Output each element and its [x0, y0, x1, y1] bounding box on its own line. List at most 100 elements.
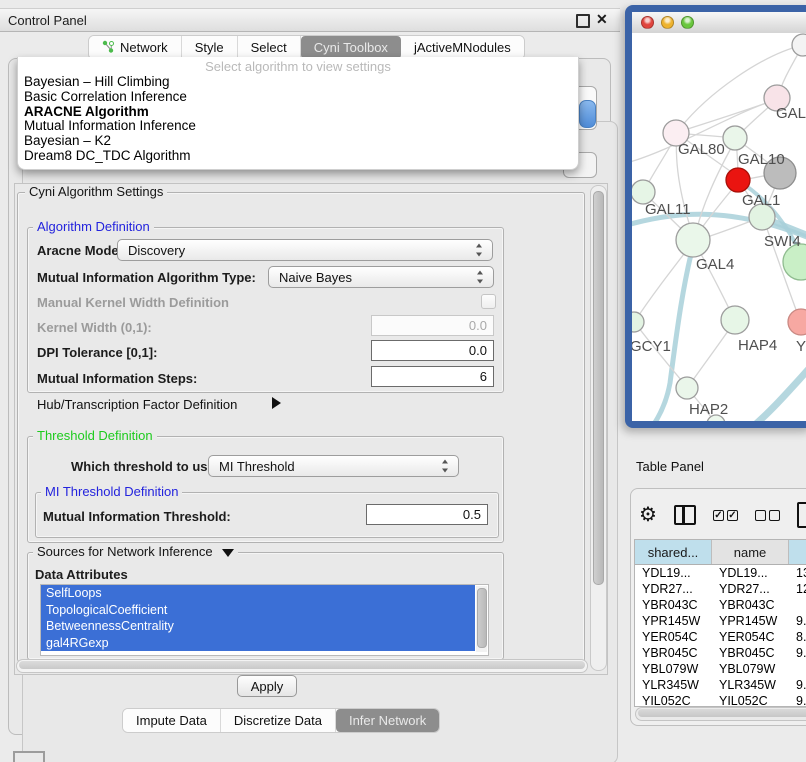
tab-cyni-toolbox[interactable]: Cyni Toolbox	[301, 36, 401, 59]
list-scrollbar-thumb[interactable]	[477, 588, 487, 648]
algorithm-dropdown[interactable]: Select algorithm to view settings Bayesi…	[17, 57, 579, 170]
data-attributes-label: Data Attributes	[35, 567, 128, 582]
table-cell: YBR043C	[712, 597, 789, 613]
network-node[interactable]	[676, 223, 710, 257]
apply-button[interactable]: Apply	[237, 675, 297, 697]
table-cell: YBL079W	[635, 661, 712, 677]
table-row[interactable]: YDL19...YDL19...13	[635, 565, 806, 581]
data-attributes-list[interactable]: SelfLoopsTopologicalCoefficientBetweenne…	[40, 584, 489, 656]
dropdown-prompt: Select algorithm to view settings	[18, 57, 578, 75]
algorithm-definition-title: Algorithm Definition	[33, 220, 154, 234]
tab-style[interactable]: Style	[182, 36, 238, 59]
table-cell: YER054C	[712, 629, 789, 645]
table-row[interactable]: YLR345WYLR345W9.	[635, 677, 806, 693]
mi-algorithm-type-select[interactable]: Naive Bayes	[268, 266, 494, 288]
tab-infer-network[interactable]: Infer Network	[336, 709, 439, 732]
column-header-a[interactable]: A	[789, 540, 806, 564]
mi-steps-field[interactable]: 6	[371, 366, 494, 387]
algorithm-option-basic-correlation-inference[interactable]: Basic Correlation Inference	[18, 90, 578, 105]
which-threshold-label: Which threshold to use:	[71, 459, 219, 474]
algorithm-option-mutual-information-inference[interactable]: Mutual Information Inference	[18, 119, 578, 134]
table-row[interactable]: YER054CYER054C8.	[635, 629, 806, 645]
network-node[interactable]	[792, 34, 806, 56]
table-hscroll-thumb[interactable]	[638, 709, 806, 717]
table-toolbar: ⚙ ✓ ✓	[639, 497, 806, 533]
node-table[interactable]: shared...nameA YDL19...YDL19...13YDR27..…	[634, 539, 806, 707]
focused-spinner-icon[interactable]	[579, 100, 596, 128]
table-row[interactable]: YDR27...YDR27...12	[635, 581, 806, 597]
network-node[interactable]	[723, 126, 747, 150]
expand-arrow-icon[interactable]	[272, 397, 281, 409]
aracne-mode-select[interactable]: Discovery	[117, 239, 493, 261]
tab-impute-data[interactable]: Impute Data	[123, 709, 221, 732]
float-window-icon[interactable]	[576, 14, 590, 28]
mi-threshold-field[interactable]: 0.5	[366, 504, 488, 525]
table-cell: YIL052C	[712, 693, 789, 707]
column-header-shared[interactable]: shared...	[635, 540, 712, 564]
network-node[interactable]	[788, 309, 806, 335]
table-cell: 9.	[789, 693, 806, 707]
tab-network[interactable]: Network	[89, 36, 182, 59]
algorithm-option-bayesian-k2[interactable]: Bayesian – K2	[18, 134, 578, 149]
algorithm-option-aracne-algorithm[interactable]: ARACNE Algorithm	[18, 105, 578, 120]
network-node[interactable]	[721, 306, 749, 334]
mi-steps-label: Mutual Information Steps:	[37, 371, 197, 386]
attribute-item-selfloops[interactable]: SelfLoops	[41, 585, 475, 602]
settings-hscroll-thumb[interactable]	[19, 661, 585, 669]
network-node[interactable]	[726, 168, 750, 192]
settings-vertical-scrollbar[interactable]	[590, 185, 607, 671]
mi-steps-value: 6	[480, 369, 487, 384]
split-column-icon[interactable]	[674, 505, 696, 525]
minimized-panel-icon[interactable]	[13, 751, 45, 762]
table-row[interactable]: YIL052CYIL052C9.	[635, 693, 806, 707]
algorithm-option-dream8-dc-tdc-algorithm[interactable]: Dream8 DC_TDC Algorithm	[18, 149, 578, 164]
checked-pair-icon[interactable]: ✓ ✓	[713, 510, 738, 521]
network-node[interactable]	[632, 312, 644, 332]
tab-discretize-data[interactable]: Discretize Data	[221, 709, 336, 732]
tab-label: Infer Network	[349, 713, 426, 728]
table-row[interactable]: YBR045CYBR045C9.	[635, 645, 806, 661]
gear-icon[interactable]: ⚙	[639, 505, 657, 525]
dpi-tolerance-field[interactable]: 0.0	[371, 340, 494, 361]
network-window-titlebar[interactable]	[632, 12, 806, 34]
network-edge[interactable]	[750, 361, 806, 421]
which-threshold-value: MI Threshold	[219, 459, 295, 474]
tab-select[interactable]: Select	[238, 36, 301, 59]
table-row[interactable]: YBR043CYBR043C	[635, 597, 806, 613]
table-cell: YDR27...	[635, 581, 712, 597]
mi-threshold-group-title: MI Threshold Definition	[41, 485, 182, 499]
column-header-name[interactable]: name	[712, 540, 789, 564]
algorithm-option-bayesian-hill-climbing[interactable]: Bayesian – Hill Climbing	[18, 75, 578, 90]
network-canvas[interactable]: GALGAL80GAL10GAL1GAL11SWI4GAL4GCY1HAP4YH…	[632, 33, 806, 421]
minimize-traffic-light-icon[interactable]	[661, 16, 674, 29]
table-cell: YBR043C	[635, 597, 712, 613]
network-view-window[interactable]: GALGAL80GAL10GAL1GAL11SWI4GAL4GCY1HAP4YH…	[625, 5, 806, 428]
sources-group-title[interactable]: Sources for Network Inference	[33, 545, 238, 559]
node-label-gal10: GAL10	[738, 151, 785, 168]
unchecked-pair-icon[interactable]	[755, 510, 780, 521]
attribute-item-gal4rgexp[interactable]: gal4RGexp	[41, 635, 475, 652]
close-traffic-light-icon[interactable]	[641, 16, 654, 29]
tab-jactivemnodules[interactable]: jActiveMNodules	[401, 36, 524, 59]
node-label-gcy1: GCY1	[632, 338, 671, 355]
table-row[interactable]: YPR145WYPR145W9.	[635, 613, 806, 629]
zoom-traffic-light-icon[interactable]	[681, 16, 694, 29]
attribute-item-betweennesscentrality[interactable]: BetweennessCentrality	[41, 618, 475, 635]
network-node[interactable]	[676, 377, 698, 399]
list-scrollbar[interactable]	[476, 586, 487, 652]
close-icon[interactable]: ✕	[596, 11, 608, 28]
table-row[interactable]: YBL079WYBL079W	[635, 661, 806, 677]
settings-vscroll-thumb[interactable]	[593, 191, 604, 585]
table-horizontal-scrollbar[interactable]	[635, 707, 806, 721]
manual-kernel-width-checkbox[interactable]	[481, 294, 496, 309]
hub-section-label[interactable]: Hub/Transcription Factor Definition	[37, 397, 237, 412]
document-icon[interactable]	[797, 502, 806, 528]
collapse-arrow-icon[interactable]	[222, 549, 234, 557]
which-threshold-select[interactable]: MI Threshold	[208, 455, 459, 477]
cyni-settings-group-title: Cyni Algorithm Settings	[25, 185, 167, 199]
settings-horizontal-scrollbar[interactable]	[16, 659, 588, 673]
node-label-gal80: GAL80	[678, 141, 725, 158]
tab-label: Cyni Toolbox	[314, 40, 388, 55]
network-graph[interactable]: GALGAL80GAL10GAL1GAL11SWI4GAL4GCY1HAP4YH…	[632, 33, 806, 421]
attribute-item-topologicalcoefficient[interactable]: TopologicalCoefficient	[41, 602, 475, 619]
